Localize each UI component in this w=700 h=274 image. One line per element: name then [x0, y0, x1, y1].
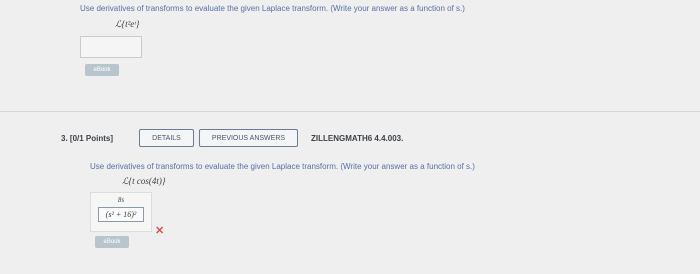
answer-fraction: 8s (s² + 16)² [95, 196, 147, 222]
question-header: 3. [0/1 Points] [61, 134, 113, 143]
previous-formula: ℒ{t²eᵗ} [115, 19, 140, 29]
previous-answers-button[interactable]: PREVIOUS ANSWERS [199, 129, 298, 147]
question-number: 3. [61, 134, 68, 143]
previous-instruction: Use derivatives of transforms to evaluat… [80, 4, 465, 13]
question-instruction: Use derivatives of transforms to evaluat… [90, 162, 475, 171]
previous-answer-input[interactable] [80, 36, 142, 58]
question-points: [0/1 Points] [69, 134, 114, 143]
previous-ebook-button[interactable]: eBook [85, 64, 119, 76]
answer-denominator-input[interactable]: (s² + 16)² [98, 207, 144, 222]
question-formula: ℒ{t cos(4t)} [122, 176, 166, 186]
question-divider [0, 111, 700, 112]
answer-card: 8s (s² + 16)² [90, 192, 152, 232]
question-source: ZILLENGMATH6 4.4.003. [311, 134, 404, 143]
previous-question: Use derivatives of transforms to evaluat… [0, 0, 700, 110]
answer-numerator: 8s [117, 196, 125, 204]
ebook-button[interactable]: eBook [95, 236, 129, 248]
details-button[interactable]: DETAILS [139, 129, 194, 147]
x-mark-icon: ✕ [155, 225, 165, 237]
